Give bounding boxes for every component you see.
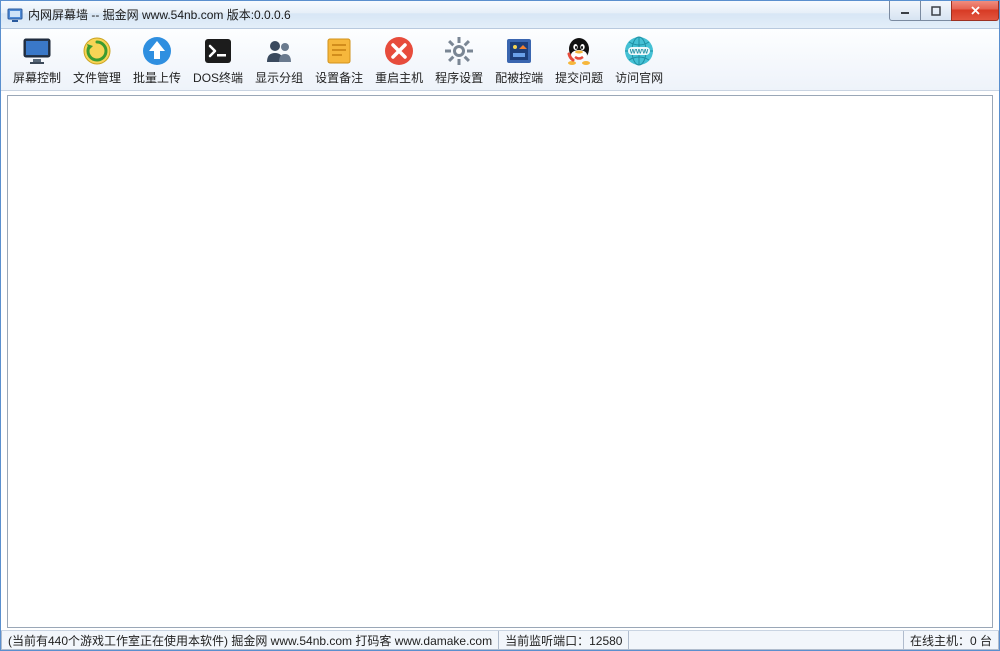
package-icon bbox=[503, 35, 535, 67]
status-spacer bbox=[629, 631, 904, 650]
close-button[interactable] bbox=[951, 1, 999, 21]
users-icon bbox=[263, 35, 295, 67]
batch-upload-button[interactable]: 批量上传 bbox=[127, 33, 187, 88]
submit-issue-button[interactable]: 提交问题 bbox=[549, 33, 609, 88]
upload-icon bbox=[141, 35, 173, 67]
toolbar-label: 提交问题 bbox=[555, 69, 603, 86]
titlebar: 内网屏幕墙 -- 掘金网 www.54nb.com 版本:0.0.0.6 bbox=[1, 1, 999, 29]
qq-icon bbox=[563, 35, 595, 67]
monitor-icon bbox=[21, 35, 53, 67]
toolbar-label: 文件管理 bbox=[73, 69, 121, 86]
minimize-button[interactable] bbox=[889, 1, 921, 21]
toolbar-label: 重启主机 bbox=[375, 69, 423, 86]
toolbar-label: DOS终端 bbox=[193, 69, 243, 86]
refresh-icon bbox=[81, 35, 113, 67]
window-title: 内网屏幕墙 -- 掘金网 www.54nb.com 版本:0.0.0.6 bbox=[28, 6, 291, 23]
file-manage-button[interactable]: 文件管理 bbox=[67, 33, 127, 88]
close-icon bbox=[970, 5, 981, 16]
www-icon: WWW bbox=[623, 35, 655, 67]
status-info: (当前有440个游戏工作室正在使用本软件) 掘金网 www.54nb.com 打… bbox=[1, 631, 499, 650]
status-port: 当前监听端口：12580 bbox=[499, 631, 629, 650]
program-settings-button[interactable]: 程序设置 bbox=[429, 33, 489, 88]
gear-icon bbox=[443, 35, 475, 67]
window-controls bbox=[890, 1, 999, 21]
config-client-button[interactable]: 配被控端 bbox=[489, 33, 549, 88]
minimize-icon bbox=[900, 6, 910, 16]
toolbar-label: 访问官网 bbox=[615, 69, 663, 86]
toolbar-label: 配被控端 bbox=[495, 69, 543, 86]
toolbar-label: 显示分组 bbox=[255, 69, 303, 86]
toolbar-label: 批量上传 bbox=[133, 69, 181, 86]
screen-control-button[interactable]: 屏幕控制 bbox=[7, 33, 67, 88]
content-area bbox=[7, 95, 993, 628]
note-icon bbox=[323, 35, 355, 67]
dos-terminal-button[interactable]: DOS终端 bbox=[187, 33, 249, 88]
restart-host-button[interactable]: 重启主机 bbox=[369, 33, 429, 88]
error-icon bbox=[383, 35, 415, 67]
visit-website-button[interactable]: WWW 访问官网 bbox=[609, 33, 669, 88]
toolbar: 屏幕控制 文件管理 批量上传 DOS终端 显示分组 设置备注 重启主机 bbox=[1, 29, 999, 91]
set-note-button[interactable]: 设置备注 bbox=[309, 33, 369, 88]
toolbar-label: 屏幕控制 bbox=[13, 69, 61, 86]
maximize-button[interactable] bbox=[920, 1, 952, 21]
terminal-icon bbox=[202, 35, 234, 67]
show-group-button[interactable]: 显示分组 bbox=[249, 33, 309, 88]
toolbar-label: 程序设置 bbox=[435, 69, 483, 86]
svg-text:WWW: WWW bbox=[630, 49, 649, 56]
maximize-icon bbox=[931, 6, 941, 16]
statusbar: (当前有440个游戏工作室正在使用本软件) 掘金网 www.54nb.com 打… bbox=[1, 630, 999, 650]
app-icon bbox=[7, 7, 23, 23]
status-hosts: 在线主机：0 台 bbox=[904, 631, 999, 650]
toolbar-label: 设置备注 bbox=[315, 69, 363, 86]
